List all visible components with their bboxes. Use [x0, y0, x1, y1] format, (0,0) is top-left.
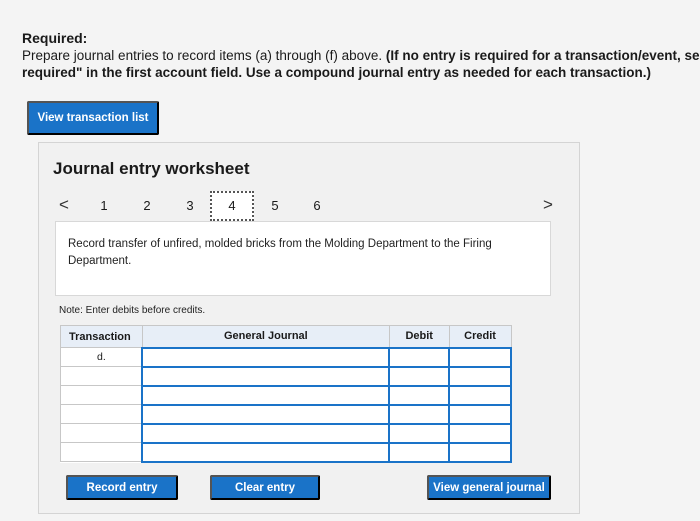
debit-field[interactable]: [388, 365, 451, 387]
account-field[interactable]: [141, 422, 391, 444]
required-heading: Required:: [22, 30, 88, 46]
debit-field[interactable]: [388, 384, 451, 406]
credit-field[interactable]: [448, 441, 512, 463]
debit-field[interactable]: [388, 403, 451, 425]
header-general-journal: General Journal: [141, 325, 390, 348]
table-row: d.: [60, 346, 512, 368]
account-field[interactable]: [141, 365, 391, 387]
credit-field[interactable]: [448, 384, 512, 406]
page-6[interactable]: 6: [310, 198, 324, 213]
account-field[interactable]: [141, 346, 391, 368]
account-field[interactable]: [141, 384, 391, 406]
credit-field[interactable]: [448, 365, 512, 387]
view-general-journal-button[interactable]: View general journal: [427, 475, 551, 500]
entry-note: Note: Enter debits before credits.: [59, 305, 206, 316]
transaction-cell: d.: [60, 347, 143, 367]
instructions-emphasis-1: (If no entry is required for a transacti…: [385, 48, 700, 63]
credit-field[interactable]: [448, 346, 512, 368]
debit-field[interactable]: [388, 422, 451, 444]
table-row: [60, 365, 512, 387]
transaction-cell: [60, 404, 143, 424]
transaction-description-box: Record transfer of unfired, molded brick…: [55, 221, 551, 296]
credit-field[interactable]: [448, 403, 512, 425]
journal-table: Transaction General Journal Debit Credit…: [60, 325, 512, 463]
table-row: [60, 384, 512, 406]
table-header-row: Transaction General Journal Debit Credit: [60, 325, 512, 348]
header-transaction: Transaction: [60, 325, 143, 348]
header-credit: Credit: [448, 325, 512, 348]
transaction-cell: [60, 423, 143, 443]
instructions-text: Prepare journal entries to record items …: [22, 48, 386, 63]
table-row: [60, 422, 512, 444]
header-debit: Debit: [388, 325, 450, 348]
page-1[interactable]: 1: [97, 198, 111, 213]
transaction-description: Record transfer of unfired, molded brick…: [68, 238, 492, 267]
instructions-emphasis-2: required" in the first account field. Us…: [22, 65, 652, 80]
transaction-cell: [60, 385, 143, 405]
journal-entry-worksheet: Journal entry worksheet < 1 2 3 4 5 6 > …: [38, 142, 580, 514]
debit-field[interactable]: [388, 346, 451, 368]
debit-field[interactable]: [388, 441, 451, 463]
worksheet-title: Journal entry worksheet: [53, 159, 250, 178]
transaction-cell: [60, 442, 143, 462]
credit-field[interactable]: [448, 422, 512, 444]
account-field[interactable]: [141, 441, 391, 463]
page-4-active[interactable]: 4: [210, 191, 254, 221]
record-entry-button[interactable]: Record entry: [66, 475, 178, 500]
worksheet-pagination: < 1 2 3 4 5 6 >: [39, 191, 579, 221]
instructions-line-1: Prepare journal entries to record items …: [22, 47, 700, 64]
page-2[interactable]: 2: [140, 198, 154, 213]
clear-entry-button[interactable]: Clear entry: [210, 475, 320, 500]
next-arrow-icon[interactable]: >: [543, 195, 553, 215]
account-field[interactable]: [141, 403, 391, 425]
page-3[interactable]: 3: [183, 198, 197, 213]
instructions-line-2: required" in the first account field. Us…: [22, 64, 700, 81]
prev-arrow-icon[interactable]: <: [59, 195, 69, 215]
page-5[interactable]: 5: [268, 198, 282, 213]
table-row: [60, 403, 512, 425]
table-row: [60, 441, 512, 463]
instructions: Required: Prepare journal entries to rec…: [22, 30, 700, 81]
view-transaction-list-button[interactable]: View transaction list: [27, 101, 159, 135]
transaction-cell: [60, 366, 143, 386]
